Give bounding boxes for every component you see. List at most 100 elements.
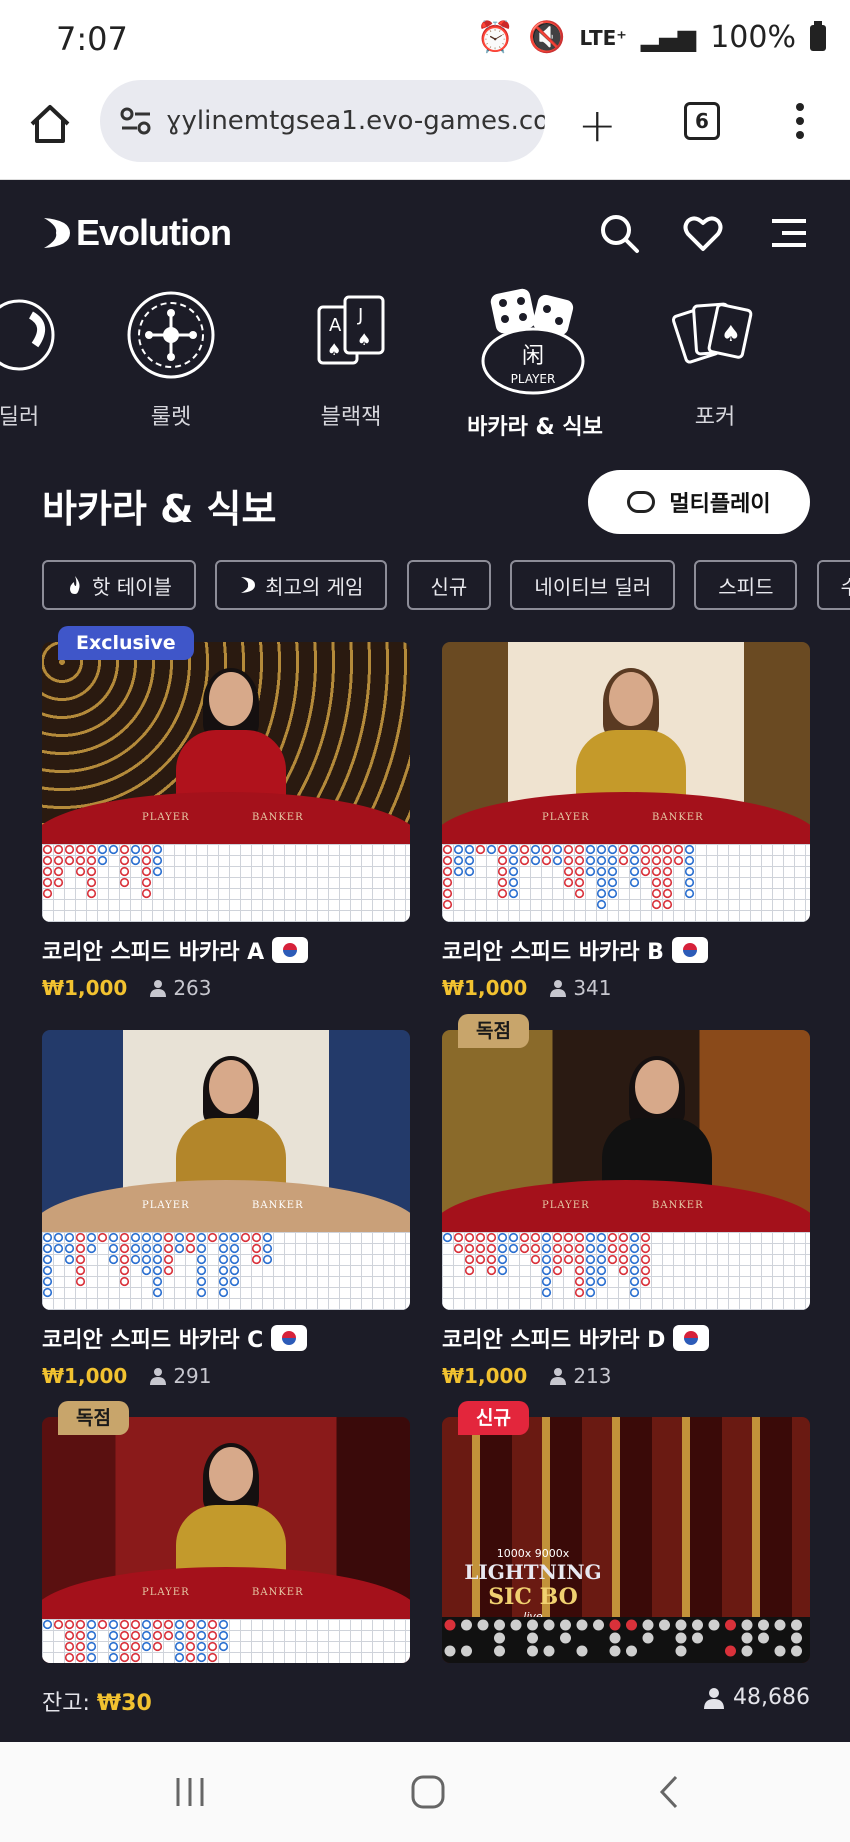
game-card[interactable]: 신규 1000x 9000x LIGHTNING SIC BO live bbox=[442, 1401, 810, 1663]
favorites-icon[interactable] bbox=[682, 212, 724, 254]
game-title: 코리안 스피드 바카라 A bbox=[42, 940, 265, 965]
road-bead bbox=[185, 1630, 196, 1641]
road-bead bbox=[684, 855, 695, 866]
battery-label: 100% bbox=[710, 20, 796, 55]
game-thumbnail[interactable]: 1000x 9000x LIGHTNING SIC BO live bbox=[442, 1417, 810, 1663]
road-bead bbox=[229, 1276, 240, 1287]
road-bead bbox=[541, 1254, 552, 1265]
road-bead bbox=[108, 1243, 119, 1254]
bead-road bbox=[42, 844, 410, 922]
road-bead bbox=[607, 1243, 618, 1254]
road-bead bbox=[207, 1630, 218, 1641]
road-bead bbox=[596, 1254, 607, 1265]
category-dealer[interactable]: 딜러 bbox=[0, 285, 94, 431]
road-bead bbox=[607, 844, 618, 855]
road-bead bbox=[596, 1276, 607, 1287]
road-bead bbox=[662, 877, 673, 888]
menu-icon[interactable] bbox=[768, 212, 810, 254]
lightning-sicbo-logo: 1000x 9000x LIGHTNING SIC BO live bbox=[464, 1547, 602, 1623]
back-icon[interactable] bbox=[650, 1774, 690, 1810]
filter-native-dealer[interactable]: 네이티브 딜러 bbox=[510, 560, 676, 610]
road-bead bbox=[130, 1232, 141, 1243]
filter-speed[interactable]: 스피드 bbox=[694, 560, 798, 610]
tab-count-button[interactable]: 6 bbox=[684, 102, 720, 140]
road-bead bbox=[141, 1619, 152, 1630]
road-bead bbox=[218, 1641, 229, 1652]
road-bead bbox=[53, 1243, 64, 1254]
road-bead bbox=[119, 1232, 130, 1243]
address-bar[interactable]: ɣylinemtgsea1.evo-games.com bbox=[100, 80, 545, 162]
road-bead bbox=[618, 1232, 629, 1243]
game-card[interactable]: Exclusive PLAYER BANKER 코리안 스피드 바카라 A ₩1,… bbox=[42, 626, 410, 1000]
evolution-mark-icon bbox=[44, 218, 70, 248]
road-bead bbox=[508, 844, 519, 855]
road-bead bbox=[152, 1243, 163, 1254]
game-card[interactable]: PLAYER BANKER 코리안 스피드 바카라 B ₩1,000 341 bbox=[442, 642, 810, 1000]
more-menu-icon[interactable] bbox=[790, 100, 810, 144]
road-bead bbox=[75, 1254, 86, 1265]
category-roulette[interactable]: 룰렛 bbox=[96, 285, 246, 431]
category-poker[interactable]: ♠ 포커 bbox=[640, 285, 790, 431]
road-bead bbox=[207, 1641, 218, 1652]
road-bead bbox=[119, 1641, 130, 1652]
korea-flag-icon bbox=[673, 1325, 710, 1351]
category-blackjack[interactable]: A J ♠ ♠ 블랙잭 bbox=[276, 285, 426, 431]
road-bead bbox=[64, 1243, 75, 1254]
game-card[interactable]: PLAYER BANKER 코리안 스피드 바카라 C ₩1,000 291 bbox=[42, 1030, 410, 1388]
site-settings-icon[interactable] bbox=[118, 103, 154, 139]
recent-apps-icon[interactable] bbox=[170, 1774, 210, 1810]
result-dot bbox=[576, 1645, 588, 1657]
road-bead bbox=[453, 844, 464, 855]
korea-flag-icon bbox=[272, 937, 309, 963]
road-bead bbox=[75, 1276, 86, 1287]
road-bead bbox=[585, 1254, 596, 1265]
home-nav-icon[interactable] bbox=[408, 1774, 448, 1810]
new-tab-icon[interactable]: + bbox=[578, 98, 617, 152]
road-bead bbox=[629, 844, 640, 855]
user-icon bbox=[550, 980, 567, 997]
road-bead bbox=[640, 866, 651, 877]
road-bead bbox=[152, 844, 163, 855]
game-thumbnail[interactable]: PLAYER BANKER bbox=[42, 1417, 410, 1663]
road-bead bbox=[574, 1276, 585, 1287]
evolution-logo[interactable]: Evolution bbox=[42, 212, 232, 254]
road-bead bbox=[497, 1243, 508, 1254]
road-bead bbox=[64, 1254, 75, 1265]
category-baccarat-sicbo[interactable]: 闲 PLAYER 바카라 & 식보 bbox=[460, 285, 610, 441]
filter-more[interactable]: 수 bbox=[816, 560, 850, 610]
road-bead bbox=[174, 1641, 185, 1652]
road-bead bbox=[442, 866, 453, 877]
road-bead bbox=[574, 877, 585, 888]
result-dot bbox=[560, 1632, 571, 1644]
multiplay-button[interactable]: 멀티플레이 bbox=[588, 470, 810, 534]
search-icon[interactable] bbox=[598, 212, 640, 254]
result-dot bbox=[758, 1632, 769, 1644]
road-bead bbox=[563, 877, 574, 888]
game-thumbnail[interactable]: PLAYER BANKER bbox=[442, 1030, 810, 1310]
game-card[interactable]: 독점 PLAYER BANKER 코리안 스피드 바카라 D ₩1,000 213 bbox=[442, 1014, 810, 1388]
balance-value: ₩30 bbox=[96, 1691, 152, 1716]
road-bead bbox=[42, 1276, 53, 1287]
road-bead bbox=[196, 1287, 207, 1298]
filter-best-games[interactable]: 최고의 게임 bbox=[215, 560, 388, 610]
game-thumbnail[interactable]: PLAYER BANKER bbox=[442, 642, 810, 922]
game-thumbnail[interactable]: PLAYER BANKER bbox=[42, 1030, 410, 1310]
category-carousel: 딜러 룰렛 A J ♠ ♠ 블랙잭 闲 PLAYER 바카라 & 식보 ♠ 포커 bbox=[0, 285, 850, 455]
road-bead bbox=[42, 1254, 53, 1265]
road-bead bbox=[130, 844, 141, 855]
road-bead bbox=[218, 1265, 229, 1276]
filter-new[interactable]: 신규 bbox=[406, 560, 492, 610]
blackjack-icon: A J ♠ ♠ bbox=[317, 295, 385, 365]
road-bead bbox=[607, 1254, 618, 1265]
home-icon[interactable] bbox=[28, 102, 72, 146]
game-card[interactable]: 독점 PLAYER BANKER bbox=[42, 1401, 410, 1663]
game-thumbnail[interactable]: PLAYER BANKER bbox=[42, 642, 410, 922]
filter-hot-tables[interactable]: 핫 테이블 bbox=[42, 560, 196, 610]
road-bead bbox=[585, 1232, 596, 1243]
road-bead bbox=[196, 1243, 207, 1254]
korea-flag-icon bbox=[271, 1325, 308, 1351]
road-bead bbox=[519, 1232, 530, 1243]
road-bead bbox=[541, 1243, 552, 1254]
road-bead bbox=[229, 1243, 240, 1254]
road-bead bbox=[662, 844, 673, 855]
